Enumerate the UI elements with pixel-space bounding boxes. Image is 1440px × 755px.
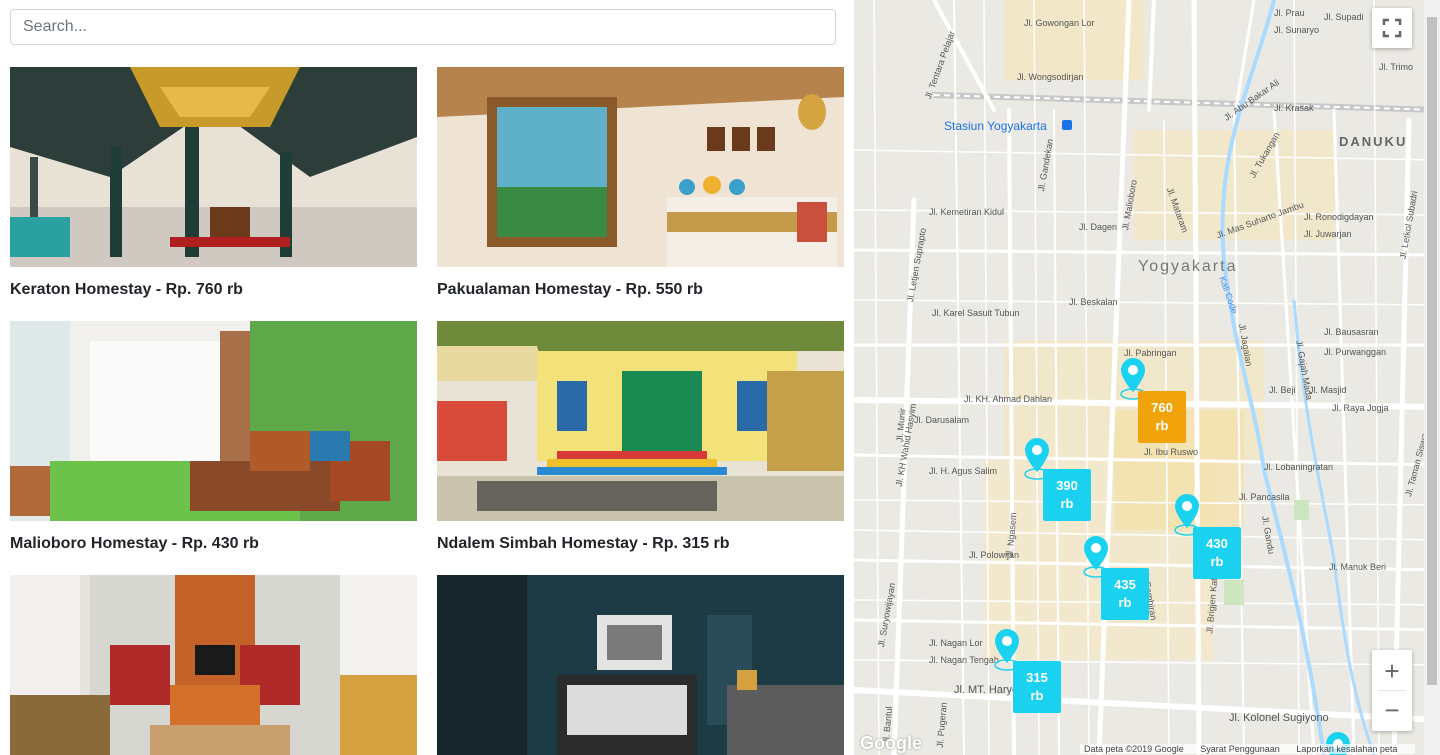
street-label: Jl. Purwanggan — [1324, 347, 1387, 357]
street-label: Jl. Krasak — [1274, 103, 1314, 113]
price-label: 435 rb — [1114, 577, 1136, 610]
street-label: Jl. Dagen — [1079, 222, 1118, 232]
street-label: Jl. Beskalan — [1069, 297, 1118, 307]
listing-title[interactable]: Ndalem Simbah Homestay - Rp. 315 rb — [437, 535, 844, 553]
search-input[interactable] — [10, 9, 836, 45]
listing-photo[interactable] — [10, 321, 417, 521]
listing-card-malioboro[interactable]: Malioboro Homestay - Rp. 430 rb — [10, 321, 417, 553]
listing-card-pakualaman[interactable]: Pakualaman Homestay - Rp. 550 rb — [437, 67, 844, 299]
street-label: Jl. Manuk Beri — [1329, 562, 1387, 572]
fullscreen-icon — [1382, 18, 1402, 38]
street-label: Jl. Nagan Lor — [929, 638, 983, 648]
zoom-out-button[interactable]: − — [1372, 691, 1412, 731]
listing-photo[interactable] — [10, 67, 417, 267]
map-city-label: Yogyakarta — [1138, 258, 1238, 275]
price-label: 390 rb — [1056, 478, 1078, 511]
map-attribution: Data peta ©2019 Google Syarat Penggunaan… — [1080, 744, 1416, 754]
listing-card-ndalem-simbah[interactable]: Ndalem Simbah Homestay - Rp. 315 rb — [437, 321, 844, 553]
street-label: Jl. Juwarjan — [1304, 229, 1352, 239]
listing-card-5[interactable] — [10, 575, 417, 755]
street-label: Jl. Sunaryo — [1274, 25, 1320, 35]
minus-icon: − — [1384, 695, 1400, 725]
price-label: 315 rb — [1026, 670, 1048, 703]
price-marker[interactable]: 435 rb — [1101, 568, 1149, 620]
fullscreen-button[interactable] — [1372, 8, 1412, 48]
street-label: Jl. Kemetiran Kidul — [929, 207, 1005, 217]
street-label: Jl. Prau — [1274, 8, 1305, 18]
price-label: 760 rb — [1151, 400, 1173, 433]
street-label: Jl. Wongsodirjan — [1017, 72, 1084, 82]
price-label: 430 rb — [1206, 536, 1228, 569]
street-label: Jl. Lobaningratan — [1264, 462, 1334, 472]
map-district-label: DANUKU — [1339, 134, 1408, 149]
street-label: Jl. Raya Jogja — [1332, 403, 1389, 413]
street-label: Jl. Masjid — [1309, 385, 1347, 395]
street-label: Jl. Kolonel Sugiyono — [1229, 712, 1329, 724]
listing-card-6[interactable] — [437, 575, 844, 755]
map-station-label: Stasiun Yogyakarta — [944, 119, 1047, 133]
street-label: Jl. Bausasran — [1324, 327, 1379, 337]
scrollbar-thumb[interactable] — [1427, 17, 1437, 685]
listing-title[interactable]: Keraton Homestay - Rp. 760 rb — [10, 281, 417, 299]
street-label: Jl. Karel Sasuit Tubun — [932, 308, 1020, 318]
street-label: Jl. Gowongan Lor — [1024, 18, 1095, 28]
plus-icon: + — [1384, 656, 1400, 686]
street-label: Jl. Ibu Ruswo — [1144, 447, 1199, 457]
price-marker[interactable]: 315 rb — [1013, 661, 1061, 713]
street-label: Jl. Ronodigdayan — [1304, 212, 1374, 222]
listing-photo[interactable] — [437, 321, 844, 521]
train-station-icon — [1062, 120, 1072, 130]
zoom-control: + − — [1372, 650, 1412, 731]
price-marker[interactable]: 390 rb — [1043, 469, 1091, 521]
price-marker[interactable]: 760 rb — [1138, 391, 1186, 443]
zoom-in-button[interactable]: + — [1372, 650, 1412, 690]
street-label: Jl. Nagan Tengah — [929, 655, 999, 665]
street-label: Jl. KH. Ahmad Dahlan — [964, 394, 1053, 404]
street-label: Jl. H. Agus Salim — [929, 466, 998, 476]
listing-photo[interactable] — [437, 575, 844, 755]
street-label: Jl. Trimo — [1379, 62, 1414, 72]
google-logo[interactable]: Google — [860, 733, 922, 754]
map-data-credit: Data peta ©2019 Google — [1084, 744, 1184, 754]
price-marker[interactable]: 430 rb — [1193, 527, 1241, 579]
scrollbar[interactable] — [1424, 0, 1440, 755]
street-label: Jl. Beji — [1269, 385, 1296, 395]
listing-title[interactable]: Malioboro Homestay - Rp. 430 rb — [10, 535, 417, 553]
listing-title[interactable]: Pakualaman Homestay - Rp. 550 rb — [437, 281, 844, 299]
terms-link[interactable]: Syarat Penggunaan — [1200, 744, 1280, 754]
street-label: Jl. Supadi — [1324, 12, 1364, 22]
map-view[interactable]: Yogyakarta Stasiun Yogyakarta DANUKU Kal… — [854, 0, 1440, 755]
listing-card-keraton[interactable]: Keraton Homestay - Rp. 760 rb — [10, 67, 417, 299]
street-label: Jl. Darusalam — [914, 415, 970, 425]
report-error-link[interactable]: Laporkan kesalahan peta — [1296, 744, 1397, 754]
listing-photo[interactable] — [10, 575, 417, 755]
street-label: Jl. Pancasila — [1239, 492, 1290, 502]
listing-panel: Keraton Homestay - Rp. 760 rb — [0, 0, 854, 755]
listing-photo[interactable] — [437, 67, 844, 267]
